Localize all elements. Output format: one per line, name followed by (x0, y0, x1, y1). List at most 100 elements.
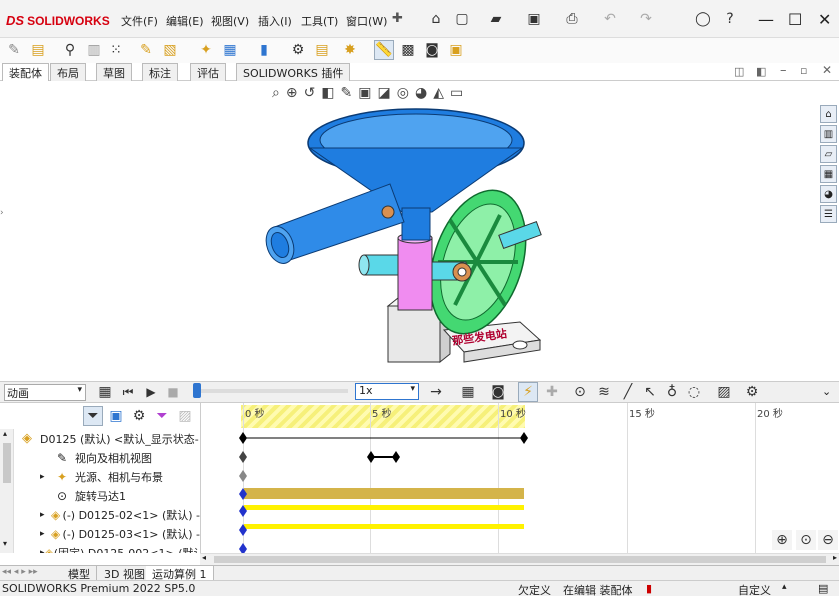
maximize-button[interactable]: ☐ (788, 10, 802, 29)
expand-arrow-icon[interactable]: ▸ (40, 529, 51, 539)
tree-item-part-002[interactable]: ▸ ◈ (固定) D0125-002<1> (默认 (0, 543, 200, 554)
apply-scene-icon[interactable]: ◭ (433, 85, 444, 101)
view-settings-icon[interactable]: ▭ (450, 85, 463, 101)
scroll-thumb[interactable] (214, 556, 826, 563)
play-icon[interactable]: ▶ (141, 382, 161, 402)
menu-edit[interactable]: 编辑(E) (166, 13, 204, 29)
tab-solidworks-addins[interactable]: SOLIDWORKS 插件 (236, 63, 351, 81)
zoom-out-icon[interactable]: ⊖ (818, 530, 838, 550)
zoom-in-icon[interactable]: ⊕ (772, 530, 792, 550)
tab-sketch[interactable]: 草图 (96, 63, 132, 81)
close-button[interactable]: ✕ (818, 10, 831, 29)
appearances-icon[interactable]: ◕ (820, 185, 837, 203)
tree-item-motor[interactable]: ⊙ 旋转马达1 (0, 486, 200, 505)
tab-model[interactable]: 模型 (62, 566, 97, 581)
tree-item-lights[interactable]: ▸ ✦ 光源、相机与布景 (0, 467, 200, 486)
zoom-to-area-icon[interactable]: ⊕ (286, 85, 298, 101)
save-animation-icon[interactable]: ▦ (458, 382, 478, 402)
update-speedpak-icon[interactable]: ▩ (398, 40, 418, 60)
take-snapshot-icon[interactable]: ◙ (422, 40, 442, 60)
playback-slider-thumb[interactable] (193, 383, 201, 398)
zoom-fit-timeline-icon[interactable]: ⊙ (796, 530, 816, 550)
playback-mode-icon[interactable]: → (426, 382, 446, 402)
contact-icon[interactable]: ♁ (662, 382, 682, 402)
filter-animated-icon[interactable]: ⏷ (152, 406, 172, 426)
study-type-select[interactable]: 动画 ▾ (4, 384, 86, 401)
animation-wizard-icon[interactable]: ◙ (488, 382, 508, 402)
scroll-left-icon[interactable]: ◂ (202, 553, 206, 562)
reference-geometry-icon[interactable]: ▮ (254, 40, 274, 60)
calculate-icon[interactable]: ▦ (95, 382, 115, 402)
print-icon[interactable]: ⎙ (562, 9, 582, 29)
custom-properties-icon[interactable]: ☰ (820, 205, 837, 223)
file-explorer-icon[interactable]: ▱ (820, 145, 837, 163)
smart-fasteners-icon[interactable]: ✎ (136, 40, 156, 60)
gravity-icon[interactable]: ◌ (684, 382, 704, 402)
playback-slider[interactable] (196, 389, 348, 393)
scroll-up-icon[interactable]: ▴ (3, 429, 7, 438)
collapse-motion-manager-icon[interactable]: ⌄ (822, 385, 831, 398)
expand-arrow-icon[interactable]: ▸ (40, 472, 57, 482)
filter-selected-icon[interactable]: ⚙ (129, 406, 149, 426)
mate-icon[interactable]: ⚲ (60, 40, 80, 60)
exploded-view-icon[interactable]: ✸ (340, 40, 360, 60)
assembly-features-icon[interactable]: ▦ (220, 40, 240, 60)
scroll-right-icon[interactable]: ▸ (833, 553, 837, 562)
expand-arrow-icon[interactable]: ▸ (40, 510, 51, 520)
tab-assembly[interactable]: 装配体 (2, 63, 49, 81)
menu-window[interactable]: 窗口(W) (346, 13, 387, 29)
tree-item-assembly[interactable]: ▾ ◈ D0125 (默认) <默认_显示状态- (0, 429, 200, 448)
component-preview-icon[interactable]: ▥ (84, 40, 104, 60)
scroll-thumb[interactable] (3, 443, 11, 483)
linear-pattern-icon[interactable]: ⁙ (106, 40, 126, 60)
design-library-icon[interactable]: ▥ (820, 125, 837, 143)
new-document-icon[interactable]: ▢ (452, 9, 472, 29)
menu-tools[interactable]: 工具(T) (301, 13, 338, 29)
tab-motion-study[interactable]: 运动算例 1 (146, 566, 214, 581)
new-motion-study-icon[interactable]: ⚙ (288, 40, 308, 60)
show-hidden-icon[interactable]: ✦ (196, 40, 216, 60)
home-icon[interactable]: ⌂ (426, 9, 446, 29)
tab-nav-icons[interactable]: ◂◂ ◂ ▸ ▸▸ (2, 567, 38, 577)
display-style-icon[interactable]: ◪ (378, 85, 391, 101)
insert-components-icon[interactable]: ▤ (28, 40, 48, 60)
status-options-icon[interactable]: ▤ (818, 582, 828, 595)
tree-item-part-03[interactable]: ▸ ◈ (-) D0125-03<1> (默认) - (0, 524, 200, 543)
splitter[interactable] (200, 403, 241, 553)
filter-icon[interactable]: ⏷ (83, 406, 103, 426)
tree-item-part-02[interactable]: ▸ ◈ (-) D0125-02<1> (默认) - (0, 505, 200, 524)
filter-driving-icon[interactable]: ▣ (106, 406, 126, 426)
tab-3d-view[interactable]: 3D 视图 (98, 566, 152, 581)
solidworks-logo[interactable]: DS SOLIDWORKS (6, 13, 110, 28)
undo-icon[interactable]: ↶ (600, 9, 620, 29)
save-icon[interactable]: ▣ (524, 9, 544, 29)
left-pane-toggle-icon[interactable]: › (0, 208, 4, 218)
pin-icon[interactable]: ✚ (392, 11, 403, 26)
timeline-scrollbar[interactable]: ◂ ▸ (200, 553, 839, 565)
tree-scrollbar[interactable]: ▴ ▾ (0, 429, 14, 553)
minimize-button[interactable]: — (758, 10, 774, 29)
pane-minimize-icon[interactable]: – (780, 63, 787, 78)
stop-icon[interactable]: ■ (163, 382, 183, 402)
add-key-icon[interactable]: ✚ (542, 382, 562, 402)
tab-evaluate[interactable]: 评估 (190, 63, 226, 81)
bill-of-materials-icon[interactable]: ▤ (312, 40, 332, 60)
units-dropdown-icon[interactable]: ▴ (782, 582, 787, 592)
menu-view[interactable]: 视图(V) (211, 13, 249, 29)
user-icon[interactable]: ◯ (693, 9, 713, 29)
previous-view-icon[interactable]: ↺ (304, 85, 316, 101)
tree-item-orientation[interactable]: ✎ 视向及相机视图 (0, 448, 200, 467)
pane-collapse-icon[interactable]: ◧ (756, 65, 766, 78)
edit-component-icon[interactable]: ✎ (4, 40, 24, 60)
dynamic-annotation-icon[interactable]: ✎ (341, 85, 353, 101)
filter-results-icon[interactable]: ▨ (175, 406, 195, 426)
playback-speed-select[interactable]: 1x ▾ (355, 383, 419, 400)
spring-icon[interactable]: ≋ (594, 382, 614, 402)
graphics-area[interactable]: 那些发电站 (0, 81, 839, 381)
force-icon[interactable]: ↖ (640, 382, 660, 402)
play-from-start-icon[interactable]: ⏮ (118, 382, 138, 402)
pane-close-icon[interactable]: ✕ (822, 63, 832, 77)
large-assembly-icon[interactable]: ▣ (446, 40, 466, 60)
edit-appearance-icon[interactable]: ◕ (415, 85, 427, 101)
redo-icon[interactable]: ↷ (636, 9, 656, 29)
